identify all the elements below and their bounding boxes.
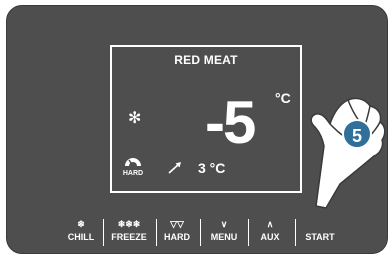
button-row: ❄ CHILL ❄❄❄ FREEZE ▽▽ HARD ∨ MENU ∧ AUX … [7,219,387,249]
menu-button[interactable]: ∨ MENU [204,219,244,249]
divider [156,219,157,246]
start-button[interactable]: START [299,219,341,249]
start-label: START [305,232,335,242]
hard-mode-icon: HARD [122,154,144,177]
set-temperature-unit: °C [275,90,291,106]
hard-label: HARD [164,232,190,242]
gauge-icon [125,158,141,167]
display-screen: RED MEAT ✻ -5 °C HARD 3 °C [110,45,302,193]
chevron-up-icon: ∧ [266,219,274,229]
chill-label: CHILL [67,232,95,242]
chevron-down-icon: ∨ [220,219,228,229]
chill-icon: ❄ [77,219,85,229]
snowflake-icon: ✻ [128,110,142,127]
divider [248,219,249,246]
aux-label: AUX [260,232,280,242]
step-number-badge: 5 [342,119,372,149]
divider [103,219,104,246]
chill-button[interactable]: ❄ CHILL [63,219,99,249]
hard-icon: ▽▽ [170,219,184,229]
probe-icon [168,161,182,179]
menu-label: MENU [210,232,238,242]
divider [200,219,201,246]
freeze-icon: ❄❄❄ [117,219,141,229]
hard-button[interactable]: ▽▽ HARD [159,219,195,249]
freeze-label: FREEZE [111,232,147,242]
hard-mode-label: HARD [122,170,144,177]
freeze-button[interactable]: ❄❄❄ FREEZE [105,219,153,249]
aux-button[interactable]: ∧ AUX [253,219,287,249]
divider [295,219,296,246]
set-temperature: -5 [205,89,256,156]
probe-temperature: 3 °C [198,160,226,176]
program-name: RED MEAT [174,53,238,67]
pointing-hand-icon [310,97,386,209]
